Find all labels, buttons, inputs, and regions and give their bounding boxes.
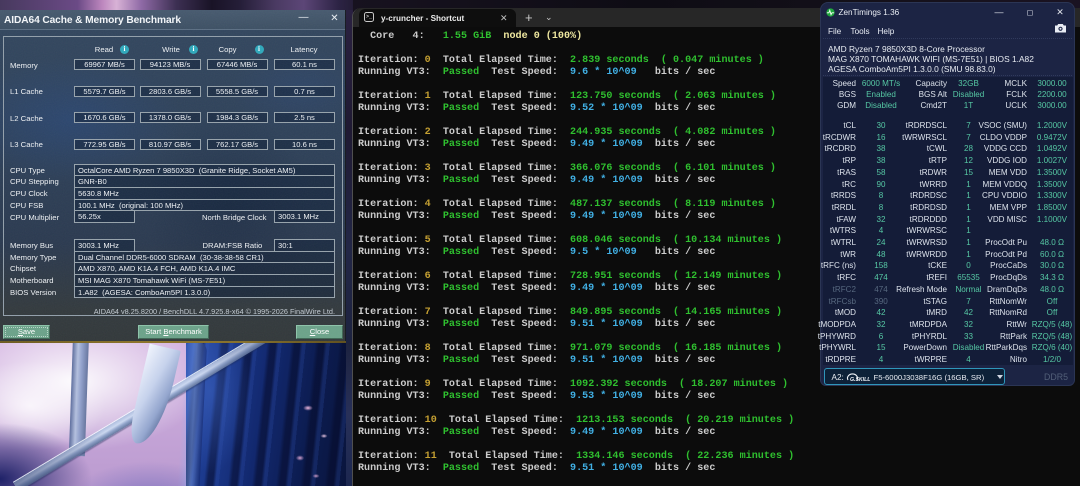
svg-text:G.SKILL: G.SKILL (850, 377, 870, 383)
